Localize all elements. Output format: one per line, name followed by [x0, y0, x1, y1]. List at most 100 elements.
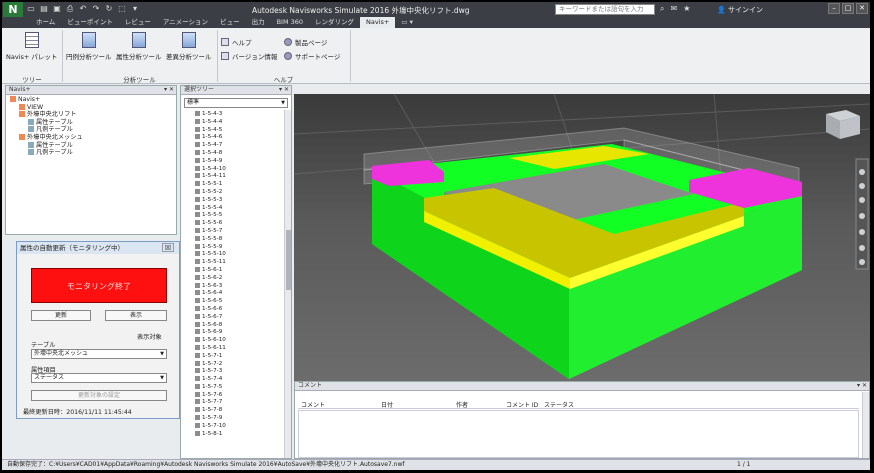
tree-item[interactable]: 1-5-5-11 [195, 259, 281, 267]
tree-item[interactable]: 1-5-6-1 [195, 266, 281, 275]
tab-6[interactable]: BIM 360 [271, 17, 309, 28]
navis-tree-item[interactable]: 外壕中央北リフト [10, 111, 176, 119]
application-menu-button[interactable]: N [3, 2, 23, 18]
tree-item[interactable]: 1-5-7-6 [195, 391, 281, 400]
update-settings-button[interactable]: 更新対象の設定 [31, 390, 167, 401]
attribute-select[interactable]: ステータス ▼ [31, 373, 167, 383]
signin-button[interactable]: 👤 サインイン [717, 5, 763, 15]
qat-dropdown-icon[interactable]: ▾ [130, 4, 140, 14]
star-icon[interactable]: ★ [683, 4, 690, 14]
tab-0[interactable]: ホーム [30, 17, 61, 28]
tree-item[interactable]: 1-5-5-7 [195, 227, 281, 236]
redo-icon[interactable]: ↷ [91, 4, 101, 14]
close-icon[interactable]: ✕ [856, 3, 868, 14]
tree-item[interactable]: 1-5-4-7 [195, 142, 281, 150]
open-file-icon[interactable]: ▤ [39, 4, 49, 14]
navigation-bar[interactable] [855, 158, 869, 270]
undo-icon[interactable]: ↶ [78, 4, 88, 14]
navis-tree-item[interactable]: 属性テーブル [10, 118, 176, 127]
tree-scrollbar[interactable] [284, 110, 291, 458]
tree-mode-select[interactable]: 標準 ▼ [184, 98, 288, 108]
navis-tree-item[interactable]: Navis+ [10, 96, 176, 104]
version-info-button[interactable]: バージョン情報 [221, 51, 277, 61]
tab-2[interactable]: レビュー [119, 17, 157, 28]
tree-item[interactable]: 1-5-6-3 [195, 282, 281, 291]
tree-item[interactable]: 1-5-7-10 [195, 422, 281, 431]
column-header[interactable]: コメント ID [503, 400, 541, 409]
save-icon[interactable]: ▣ [52, 4, 62, 14]
tree-item[interactable]: 1-5-4-4 [195, 118, 281, 127]
product-page-button[interactable]: 製品ページ [284, 37, 327, 47]
stop-monitoring-button[interactable]: モニタリング終了 [31, 268, 167, 303]
tab-5[interactable]: 出力 [246, 17, 271, 28]
tree-item[interactable]: 1-5-6-10 [195, 337, 281, 345]
tree-item[interactable]: 1-5-6-4 [195, 290, 281, 298]
tree-item[interactable]: 1-5-5-4 [195, 204, 281, 213]
tree-item[interactable]: 1-5-4-5 [195, 126, 281, 135]
tree-item[interactable]: 1-5-6-6 [195, 305, 281, 314]
tree-item[interactable]: 1-5-7-3 [195, 368, 281, 376]
column-header[interactable]: 作者 [453, 400, 503, 409]
update-button[interactable]: 更新 [31, 310, 91, 321]
tree-item[interactable]: 1-5-4-6 [195, 134, 281, 142]
tree-item[interactable]: 1-5-5-9 [195, 243, 281, 252]
select-icon[interactable]: ⬚ [117, 4, 127, 14]
attribute-analysis-button[interactable]: 属性分析ツール [116, 32, 162, 61]
subscription-icon[interactable]: ✉ [670, 4, 677, 14]
comments-scrollbar[interactable] [862, 392, 869, 458]
tree-item[interactable]: 1-5-5-6 [195, 220, 281, 228]
dialog-close-icon[interactable]: ☒ [162, 243, 174, 252]
tree-item[interactable]: 1-5-5-8 [195, 235, 281, 244]
3d-viewport[interactable] [294, 94, 870, 381]
panel-pin-icon[interactable]: ▾ ✕ [164, 86, 174, 94]
tree-item[interactable]: 1-5-7-4 [195, 376, 281, 384]
column-header[interactable]: コメント [298, 400, 378, 409]
maximize-icon[interactable]: □ [842, 3, 854, 14]
minimize-icon[interactable]: – [828, 3, 840, 14]
navis-tree-item[interactable]: 外壕中央北メッシュ [10, 133, 176, 142]
display-button[interactable]: 表示 [105, 310, 167, 321]
tree-item[interactable]: 1-5-4-11 [195, 173, 281, 181]
tree-item[interactable]: 1-5-7-7 [195, 399, 281, 407]
navis-tree-item[interactable]: 凡例テーブル [10, 149, 176, 157]
navis-tree-item[interactable]: 凡例テーブル [10, 126, 176, 134]
search-icon[interactable]: ⌕ [660, 4, 664, 14]
tree-item[interactable]: 1-5-6-11 [195, 344, 281, 353]
tree-item[interactable]: 1-5-6-9 [195, 329, 281, 337]
tree-item[interactable]: 1-5-6-2 [195, 274, 281, 283]
circle-analysis-button[interactable]: 円例分析ツール [66, 32, 112, 61]
tree-item[interactable]: 1-5-6-8 [195, 321, 281, 330]
tab-8[interactable]: Navis+ [360, 17, 396, 28]
tree-item[interactable]: 1-5-6-5 [195, 298, 281, 306]
tab-7[interactable]: レンダリング [309, 17, 360, 28]
tree-item[interactable]: 1-5-7-1 [195, 352, 281, 361]
tree-item[interactable]: 1-5-7-2 [195, 360, 281, 369]
tree-item[interactable]: 1-5-5-3 [195, 196, 281, 205]
table-select[interactable]: 外壕中央北メッシュ ▼ [31, 349, 167, 359]
tree-item[interactable]: 1-5-4-8 [195, 149, 281, 158]
tree-item[interactable]: 1-5-7-9 [195, 415, 281, 423]
scrollbar-thumb[interactable] [286, 230, 291, 290]
tree-item[interactable]: 1-5-5-5 [195, 212, 281, 220]
tree-item[interactable]: 1-5-4-3 [195, 111, 281, 119]
navis-palette-button[interactable]: Navis+ パレット [6, 32, 57, 61]
panel-pin-icon[interactable]: ▾ ✕ [857, 382, 867, 390]
tree-item[interactable]: 1-5-7-8 [195, 407, 281, 415]
tree-item[interactable]: 1-5-6-7 [195, 313, 281, 322]
difference-analysis-button[interactable]: 差異分析ツール [166, 32, 212, 61]
tab-9[interactable]: ▭ ▾ [395, 17, 418, 28]
tab-4[interactable]: ビュー [214, 17, 246, 28]
tree-item[interactable]: 1-5-5-2 [195, 188, 281, 197]
tree-item[interactable]: 1-5-5-1 [195, 181, 281, 189]
panel-pin-icon[interactable]: ▾ ✕ [279, 86, 289, 94]
support-page-button[interactable]: サポートページ [284, 51, 340, 61]
tree-item[interactable]: 1-5-4-9 [195, 157, 281, 166]
column-header[interactable]: 日付 [378, 400, 453, 409]
column-header[interactable]: ステータス [541, 400, 601, 409]
refresh-icon[interactable]: ↻ [104, 4, 114, 14]
tab-3[interactable]: アニメーション [157, 17, 214, 28]
new-file-icon[interactable]: ▭ [26, 4, 36, 14]
tree-item[interactable]: 1-5-8-1 [195, 430, 281, 439]
help-button[interactable]: ヘルプ [221, 37, 252, 47]
tree-item[interactable]: 1-5-5-10 [195, 251, 281, 259]
